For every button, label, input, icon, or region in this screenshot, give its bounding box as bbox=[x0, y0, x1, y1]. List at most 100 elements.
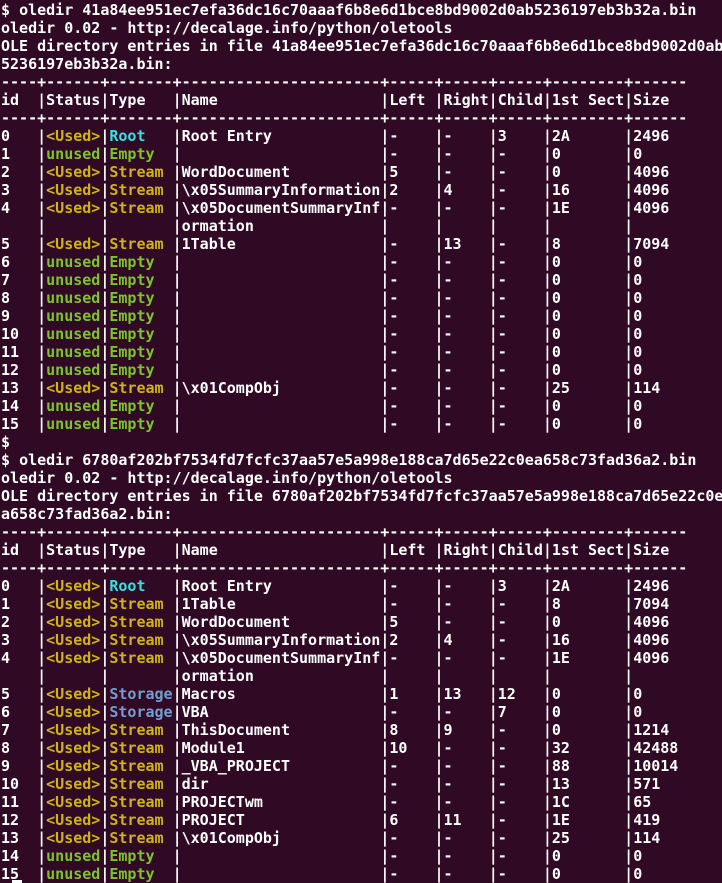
row-child: - bbox=[498, 775, 543, 793]
row-right: - bbox=[444, 757, 489, 775]
row-child: - bbox=[498, 361, 543, 379]
row-first-sect: 25 bbox=[552, 829, 624, 847]
terminal-text: | bbox=[435, 739, 444, 757]
row-type: Empty bbox=[109, 361, 172, 379]
row-type: Stream bbox=[109, 649, 172, 667]
terminal-text: | bbox=[624, 865, 633, 883]
terminal-text bbox=[389, 217, 434, 235]
row-type: Stream bbox=[109, 721, 172, 739]
row-id: 5 bbox=[1, 685, 37, 703]
row-child: - bbox=[498, 163, 543, 181]
terminal-text bbox=[444, 667, 489, 685]
terminal-text: | bbox=[173, 847, 182, 865]
row-first-sect: 16 bbox=[552, 181, 624, 199]
row-first-sect: 0 bbox=[552, 415, 624, 433]
row-id: 12 bbox=[1, 361, 37, 379]
row-id: 0 bbox=[1, 577, 37, 595]
terminal-text: | bbox=[37, 271, 46, 289]
terminal-text: | bbox=[37, 181, 46, 199]
row-first-sect: 0 bbox=[552, 847, 624, 865]
terminal-text: | bbox=[624, 595, 633, 613]
terminal-text: | bbox=[173, 361, 182, 379]
row-type: Empty bbox=[109, 253, 172, 271]
row-status: unused bbox=[46, 145, 100, 163]
terminal-text: OLE directory entries in file 41a84ee951… bbox=[1, 37, 722, 55]
row-id: 11 bbox=[1, 793, 37, 811]
row-size: 0 bbox=[633, 847, 642, 865]
table-row: 11 |unused|Empty | |- |- |- |0 |0 bbox=[1, 343, 722, 361]
row-status: unused bbox=[46, 397, 100, 415]
row-name: WordDocument bbox=[182, 613, 381, 631]
terminal-text: | bbox=[543, 325, 552, 343]
row-size: 65 bbox=[633, 793, 651, 811]
terminal-text bbox=[109, 217, 172, 235]
table-row: 12 |<Used>|Stream |PROJECT |6 |11 |- |1E… bbox=[1, 811, 722, 829]
row-type: Stream bbox=[109, 793, 172, 811]
terminal-text: | bbox=[37, 325, 46, 343]
row-right: - bbox=[444, 127, 489, 145]
command-line: $ oledir 41a84ee951ec7efa36dc16c70aaaf6b… bbox=[1, 1, 722, 19]
terminal-text: | bbox=[543, 199, 552, 217]
row-child: - bbox=[498, 325, 543, 343]
terminal-text: | bbox=[624, 613, 633, 631]
row-name: PROJECTwm bbox=[182, 793, 381, 811]
terminal-text: 5236197eb3b32a.bin: bbox=[1, 55, 173, 73]
terminal-text: | bbox=[37, 793, 46, 811]
row-first-sect: 1E bbox=[552, 811, 624, 829]
row-id: 11 bbox=[1, 343, 37, 361]
row-size: 4096 bbox=[633, 649, 669, 667]
shell-prompt: $ bbox=[1, 433, 10, 451]
terminal-text: | bbox=[173, 667, 182, 685]
row-size: 4096 bbox=[633, 181, 669, 199]
row-size: 0 bbox=[633, 361, 642, 379]
terminal-text: | bbox=[435, 793, 444, 811]
row-left: 10 bbox=[389, 739, 434, 757]
terminal-text: | bbox=[173, 253, 182, 271]
terminal-text: | bbox=[380, 739, 389, 757]
row-first-sect: 0 bbox=[552, 271, 624, 289]
row-child: - bbox=[498, 199, 543, 217]
row-left: 6 bbox=[389, 811, 434, 829]
row-type: Stream bbox=[109, 379, 172, 397]
row-status: <Used> bbox=[46, 127, 100, 145]
terminal-text: | bbox=[543, 793, 552, 811]
terminal-text: | bbox=[489, 613, 498, 631]
row-name bbox=[182, 397, 381, 415]
row-size: 0 bbox=[633, 253, 642, 271]
command-line: $ oledir 6780af202bf7534fd7fcfc37aa57e5a… bbox=[1, 451, 722, 469]
row-child: 3 bbox=[498, 127, 543, 145]
terminal-text: | bbox=[173, 235, 182, 253]
row-status: <Used> bbox=[46, 649, 100, 667]
row-type: Empty bbox=[109, 865, 172, 883]
terminal-text: ----+------+-------+--------------------… bbox=[1, 523, 687, 541]
row-status: <Used> bbox=[46, 181, 100, 199]
terminal-text: | bbox=[543, 235, 552, 253]
version-line: oledir 0.02 - http://decalage.info/pytho… bbox=[1, 469, 722, 487]
row-left: - bbox=[389, 595, 434, 613]
terminal-text: | bbox=[543, 685, 552, 703]
terminal-text: | bbox=[435, 163, 444, 181]
row-size: 0 bbox=[633, 343, 642, 361]
terminal-text: | bbox=[37, 235, 46, 253]
terminal-text: | bbox=[489, 181, 498, 199]
row-right: - bbox=[444, 829, 489, 847]
row-right: 4 bbox=[444, 181, 489, 199]
row-name: Root Entry bbox=[182, 577, 381, 595]
terminal-text bbox=[552, 217, 624, 235]
table-row-continuation: | | |ormation | | | | | bbox=[1, 217, 722, 235]
terminal-text: | bbox=[380, 307, 389, 325]
row-id: 3 bbox=[1, 181, 37, 199]
terminal-text: | bbox=[380, 289, 389, 307]
row-right: - bbox=[444, 253, 489, 271]
row-child: - bbox=[498, 379, 543, 397]
terminal-text: | bbox=[435, 235, 444, 253]
table-row: 3 |<Used>|Stream |\x05SummaryInformation… bbox=[1, 181, 722, 199]
terminal-text: | bbox=[435, 379, 444, 397]
row-child: - bbox=[498, 793, 543, 811]
table-row: 13 |<Used>|Stream |\x01CompObj |- |- |- … bbox=[1, 379, 722, 397]
terminal-text: | bbox=[37, 343, 46, 361]
row-right: - bbox=[444, 649, 489, 667]
table-row: 14 |unused|Empty | |- |- |- |0 |0 bbox=[1, 397, 722, 415]
table-row: 0 |<Used>|Root |Root Entry |- |- |3 |2A … bbox=[1, 127, 722, 145]
terminal-text: | bbox=[173, 649, 182, 667]
